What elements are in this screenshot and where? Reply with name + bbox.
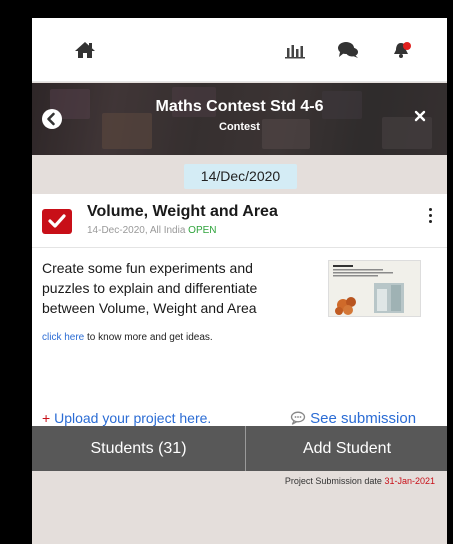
plus-icon: +: [42, 410, 55, 426]
project-card: Volume, Weight and Area 14-Dec-2020, All…: [32, 194, 447, 427]
close-icon: [414, 110, 426, 122]
top-nav: [32, 18, 447, 82]
chat-icon[interactable]: [337, 40, 359, 60]
banner-overlay: [32, 83, 447, 155]
project-meta: 14-Dec-2020, All India OPEN: [87, 225, 217, 236]
status-badge: OPEN: [188, 225, 217, 236]
submission-date: Project Submission date 31-Jan-2021: [285, 476, 435, 486]
upload-label: Upload your project here.: [54, 410, 212, 426]
click-here-link[interactable]: click here: [42, 332, 84, 343]
bell-icon[interactable]: [392, 40, 414, 60]
more-info-text: to know more and get ideas.: [84, 332, 213, 343]
more-options-icon[interactable]: [428, 208, 434, 228]
close-button[interactable]: [413, 109, 427, 123]
action-bar: Students (31) Add Student: [32, 426, 447, 471]
students-button[interactable]: Students (31): [32, 426, 246, 471]
device-frame: Maths Contest Std 4-6 Contest 14/Dec/202…: [15, 0, 447, 544]
chart-icon[interactable]: [284, 40, 306, 60]
comment-icon: [290, 411, 306, 425]
card-header: Volume, Weight and Area 14-Dec-2020, All…: [32, 194, 447, 248]
see-submission-link[interactable]: See submission: [290, 410, 416, 427]
contest-banner: Maths Contest Std 4-6 Contest: [32, 83, 447, 155]
project-description: Create some fun experiments and puzzles …: [42, 260, 258, 316]
submission-date-label: Project Submission date: [284, 476, 385, 486]
project-date-scope: 14-Dec-2020, All India: [87, 225, 189, 236]
upload-project-link[interactable]: + Upload your project here.: [42, 410, 211, 426]
contest-title: Maths Contest Std 4-6: [155, 98, 324, 115]
see-submission-label: See submission: [310, 410, 417, 427]
check-icon: [42, 209, 72, 234]
contest-subtitle: Contest: [219, 121, 260, 133]
add-student-button[interactable]: Add Student: [247, 426, 447, 471]
project-thumbnail[interactable]: [328, 260, 421, 317]
date-chip: 14/Dec/2020: [184, 164, 297, 189]
app-screen: Maths Contest Std 4-6 Contest 14/Dec/202…: [32, 18, 447, 544]
project-title: Volume, Weight and Area: [87, 203, 278, 220]
more-info: click here to know more and get ideas.: [42, 332, 213, 343]
home-icon[interactable]: [74, 40, 96, 60]
submission-date-value: 31-Jan-2021: [384, 476, 435, 486]
